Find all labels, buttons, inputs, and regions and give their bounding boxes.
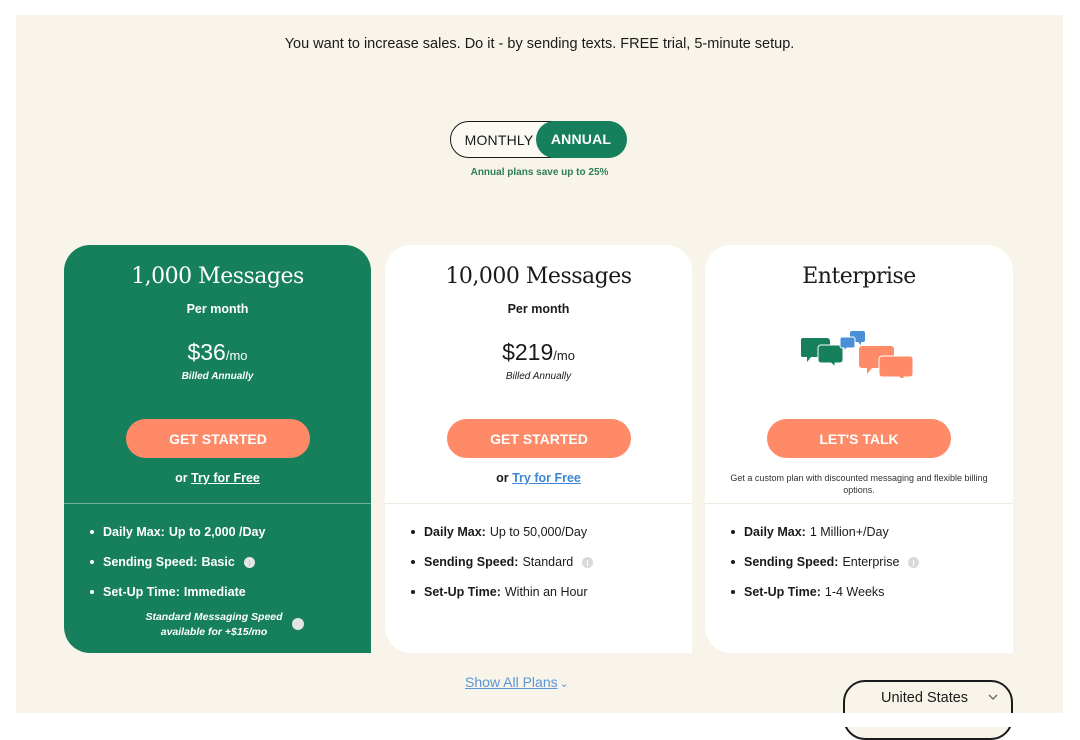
chevron-down-icon xyxy=(988,694,998,700)
info-icon[interactable] xyxy=(908,556,920,568)
bullet xyxy=(411,590,415,594)
feature-value: Enterprise xyxy=(842,555,900,569)
bullet xyxy=(411,560,415,564)
feature-list: Daily Max: Up to 50,000/Day Sending Speed… xyxy=(411,517,594,607)
feature-value: 1 Million+/Day xyxy=(809,525,889,539)
price-unit: /mo xyxy=(225,348,248,363)
addon-note: Standard Messaging Speed available for +… xyxy=(145,611,283,638)
get-started-button[interactable]: GET STARTED xyxy=(126,419,310,458)
show-all-plans-link[interactable]: Show All Plans ⌄ xyxy=(465,674,569,690)
feature-label: Sending Speed: xyxy=(744,555,839,569)
country-select-value: United States xyxy=(881,690,969,706)
feature-label: Sending Speed: xyxy=(424,555,519,569)
feature-value: Within an Hour xyxy=(504,585,588,599)
feature-item: Daily Max: Up to 50,000/Day xyxy=(411,517,593,547)
feature-label: Set-Up Time: xyxy=(103,585,180,599)
feature-label: Sending Speed: xyxy=(103,555,198,569)
try-free-line: or Try for Free xyxy=(64,471,371,485)
bullet xyxy=(731,590,735,594)
show-all-plans-label: Show All Plans xyxy=(465,674,558,690)
feature-item: Daily Max: 1 Million+/Day xyxy=(731,517,919,547)
annual-savings-note: Annual plans save up to 25% xyxy=(470,167,609,178)
billing-note: Billed Annually xyxy=(181,371,254,382)
price-amount: $36 xyxy=(187,339,226,365)
tagline: You want to increase sales. Do it - by s… xyxy=(284,36,795,52)
plan-price: $36/mo xyxy=(64,339,371,366)
divider xyxy=(64,503,371,504)
get-started-button[interactable]: GET STARTED xyxy=(447,419,631,458)
feature-value: Standard xyxy=(522,555,574,569)
plan-title: Enterprise xyxy=(802,264,916,289)
feature-list: Daily Max: 1 Million+/Day Sending Speed: E… xyxy=(731,517,920,607)
try-free-line: or Try for Free xyxy=(385,471,692,485)
feature-item: Sending Speed: Standard xyxy=(411,547,594,577)
or-text: or xyxy=(496,471,509,485)
feature-label: Daily Max: xyxy=(424,525,486,539)
divider xyxy=(705,503,1013,504)
feature-label: Daily Max: xyxy=(744,525,806,539)
bullet xyxy=(731,560,735,564)
feature-label: Set-Up Time: xyxy=(424,585,501,599)
plan-card-10000: 10,000 Messages Per month $219/mo Billed… xyxy=(385,245,692,653)
feature-label: Set-Up Time: xyxy=(744,585,821,599)
plan-period: Per month xyxy=(186,302,249,316)
feature-value: 1-4 Weeks xyxy=(824,585,885,599)
custom-plan-note: Get a custom plan with discounted messag… xyxy=(730,473,988,495)
divider xyxy=(385,503,692,504)
chat-bubbles-icon xyxy=(801,331,914,378)
billing-toggle[interactable]: MONTHLY ANNUAL xyxy=(450,120,627,158)
country-select[interactable]: United States xyxy=(843,680,1013,740)
plan-period: Per month xyxy=(507,302,570,316)
feature-item: Set-Up Time: 1-4 Weeks xyxy=(731,577,919,607)
feature-item: Sending Speed: Enterprise xyxy=(731,547,920,577)
bullet xyxy=(411,530,415,534)
price-amount: $219 xyxy=(502,339,554,365)
bullet xyxy=(90,590,94,594)
try-for-free-link[interactable]: Try for Free xyxy=(512,471,581,485)
or-text: or xyxy=(175,471,188,485)
page-bottom-edge xyxy=(0,713,1080,727)
toggle-monthly[interactable]: MONTHLY xyxy=(455,122,543,157)
chevron-down-icon: ⌄ xyxy=(559,678,569,690)
feature-item: Sending Speed: Basic xyxy=(90,547,265,577)
feature-value: Immediate xyxy=(183,585,246,599)
plan-card-enterprise: Enterprise LET'S TALK Get a custom plan … xyxy=(705,245,1013,653)
feature-value: Up to 50,000/Day xyxy=(489,525,588,539)
info-icon[interactable] xyxy=(582,556,594,568)
feature-list: Daily Max: Up to 2,000 /Day Sending Speed… xyxy=(90,517,265,607)
feature-item: Set-Up Time: Immediate xyxy=(90,577,265,607)
plan-title: 1,000 Messages xyxy=(131,264,304,289)
bullet xyxy=(731,530,735,534)
plan-price: $219/mo xyxy=(385,339,692,366)
toggle-annual[interactable]: ANNUAL xyxy=(535,120,627,158)
billing-note: Billed Annually xyxy=(505,371,572,382)
feature-value: Up to 2,000 /Day xyxy=(168,525,266,539)
feature-value: Basic xyxy=(201,555,235,569)
bullet xyxy=(90,530,94,534)
try-for-free-link[interactable]: Try for Free xyxy=(191,471,260,485)
lets-talk-button[interactable]: LET'S TALK xyxy=(767,419,951,458)
info-icon[interactable] xyxy=(292,618,304,630)
plan-card-1000: 1,000 Messages Per month $36/mo Billed A… xyxy=(64,245,371,653)
plan-title: 10,000 Messages xyxy=(445,264,632,289)
bullet xyxy=(90,560,94,564)
pricing-section: You want to increase sales. Do it - by s… xyxy=(16,15,1063,713)
info-icon[interactable] xyxy=(243,556,255,568)
feature-item: Set-Up Time: Within an Hour xyxy=(411,577,593,607)
feature-label: Daily Max: xyxy=(103,525,165,539)
price-unit: /mo xyxy=(553,348,575,363)
feature-item: Daily Max: Up to 2,000 /Day xyxy=(90,517,265,547)
